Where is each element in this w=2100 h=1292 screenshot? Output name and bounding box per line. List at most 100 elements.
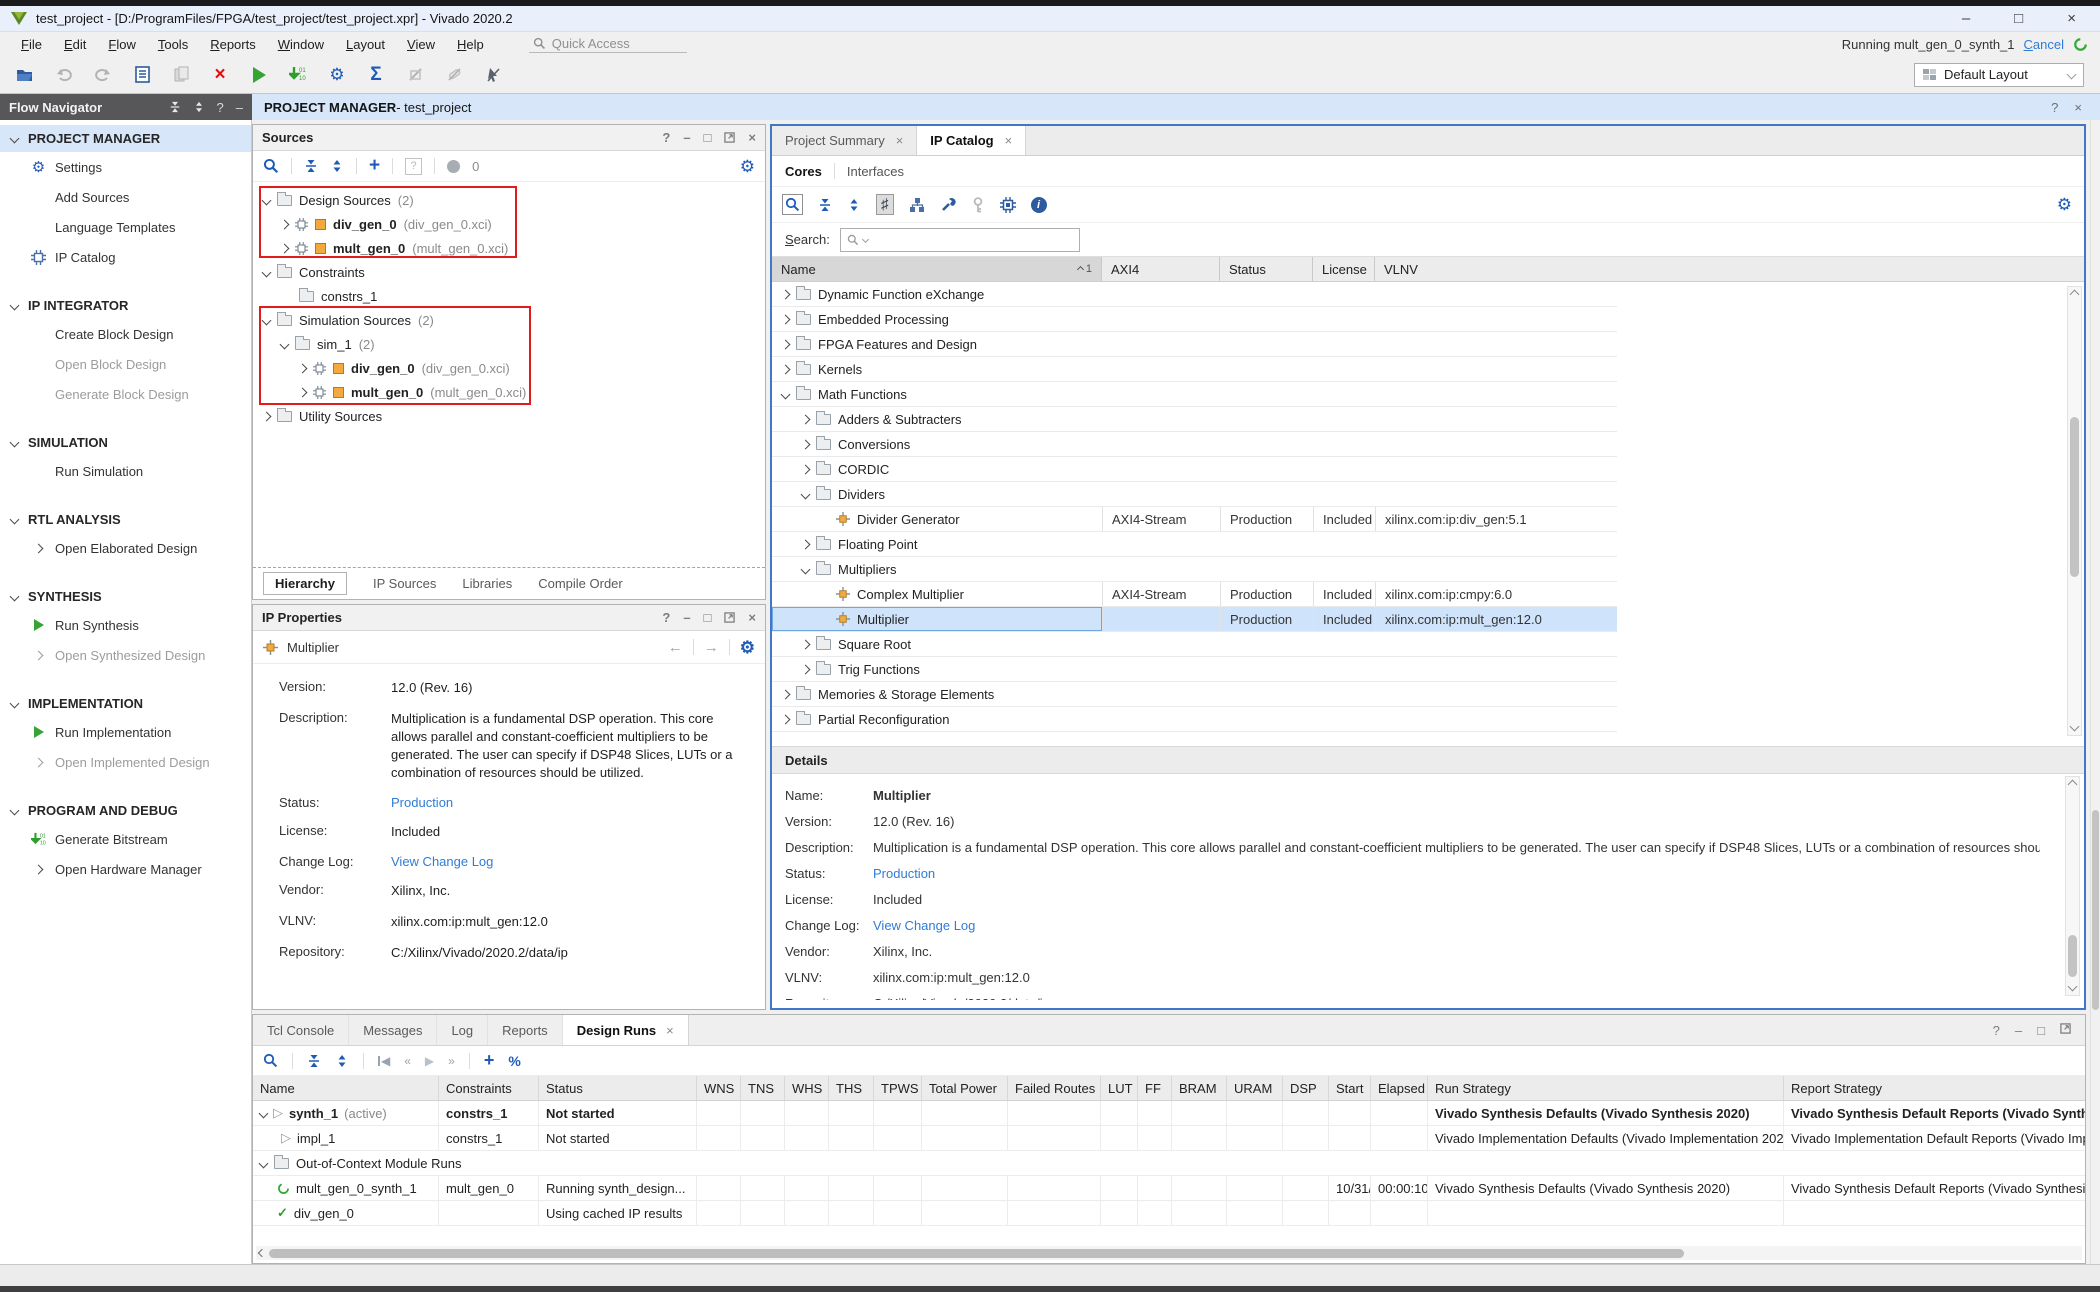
chevron-right-icon[interactable] [34,864,44,874]
chevron-down-icon[interactable] [781,389,791,399]
tab-hierarchy[interactable]: Hierarchy [263,572,347,595]
chevron-right-icon[interactable] [298,363,308,373]
chevron-down-icon[interactable] [262,315,272,325]
column-run-strategy[interactable]: Run Strategy [1428,1076,1784,1100]
layout-selector[interactable]: Default Layout [1914,63,2084,87]
chevron-right-icon[interactable] [34,543,44,553]
fn-item-ip-catalog[interactable]: IP Catalog [0,242,251,272]
fn-item-add-sources[interactable]: Add Sources [0,182,251,212]
fn-item-run-simulation[interactable]: Run Simulation [0,456,251,486]
tab-compile-order[interactable]: Compile Order [538,576,623,591]
float-icon[interactable] [2060,1023,2071,1034]
maximize-icon[interactable]: □ [704,130,712,145]
run-group-out-of-context[interactable]: Out-of-Context Module Runs [253,1151,2085,1176]
fn-item-generate-bitstream[interactable]: 0110Generate Bitstream [0,824,251,854]
search-icon[interactable] [263,158,279,174]
column-constraints[interactable]: Constraints [439,1076,539,1100]
tree-item-constrs-1[interactable]: constrs_1 [253,284,765,308]
report-icon[interactable] [131,64,153,86]
close-icon[interactable]: × [2074,100,2082,115]
column-lut[interactable]: LUT [1101,1076,1138,1100]
group-by-category-icon[interactable]: ♯ [876,194,894,215]
collapse-all-icon[interactable] [818,198,832,212]
chevron-down-icon[interactable] [10,699,20,709]
previous-run-icon[interactable]: « [404,1054,411,1068]
quick-access-input[interactable]: Quick Access [529,35,687,53]
scroll-down-icon[interactable] [2070,722,2080,732]
column-tpws[interactable]: TPWS [874,1076,922,1100]
column-axi4[interactable]: AXI4 [1102,257,1220,281]
run-row-synth-1[interactable]: ▷synth_1(active) constrs_1 Not started V… [253,1101,2085,1126]
scrollbar-thumb[interactable] [2092,810,2099,1010]
menu-reports[interactable]: Reports [199,35,267,54]
chevron-down-icon[interactable] [10,134,20,144]
sum-report-icon[interactable]: Σ [365,64,387,86]
catalog-row[interactable]: FPGA Features and Design [772,332,1617,357]
delete-icon[interactable]: × [209,64,231,86]
float-icon[interactable] [724,132,735,143]
sources-panel-header[interactable]: Sources ?–□ × [253,125,765,151]
chevron-down-icon[interactable] [801,489,811,499]
menu-edit[interactable]: Edit [53,35,97,54]
chevron-down-icon[interactable] [262,267,272,277]
menu-layout[interactable]: Layout [335,35,396,54]
fn-item-run-implementation[interactable]: Run Implementation [0,717,251,747]
tab-log[interactable]: Log [437,1015,488,1045]
run-icon[interactable] [248,64,270,86]
ip-properties-header[interactable]: IP Properties ?–□ × [253,605,765,631]
create-run-icon[interactable]: + [484,1050,495,1071]
chevron-down-icon[interactable] [259,1108,269,1118]
column-elapsed[interactable]: Elapsed [1371,1076,1428,1100]
minimize-panel-icon[interactable]: – [236,100,243,115]
catalog-row[interactable]: Math Functions [772,382,1617,407]
column-name[interactable]: Name [253,1076,439,1100]
close-icon[interactable]: × [666,1023,674,1038]
customize-wrench-icon[interactable] [940,197,956,213]
search-input[interactable] [840,228,1080,252]
expand-all-icon[interactable] [193,101,205,113]
chevron-down-icon[interactable] [10,438,20,448]
changelog-link[interactable]: View Change Log [873,918,975,933]
chevron-down-icon[interactable] [10,301,20,311]
gear-icon[interactable]: ⚙ [740,158,755,175]
tree-item-sim-1[interactable]: sim_1(2) [253,332,765,356]
tree-item-mult-gen-0[interactable]: mult_gen_0(mult_gen_0.xci) [253,236,765,260]
tab-ip-catalog[interactable]: IP Catalog× [917,126,1026,155]
chevron-down-icon[interactable] [10,515,20,525]
chevron-right-icon[interactable] [781,714,791,724]
catalog-row[interactable]: Multipliers [772,557,1617,582]
generate-bitstream-icon[interactable]: 0110 [287,64,309,86]
tree-item-sim-div-gen-0[interactable]: div_gen_0(div_gen_0.xci) [253,356,765,380]
chevron-down-icon[interactable] [801,564,811,574]
scroll-up-icon[interactable] [2068,780,2078,790]
details-scrollbar[interactable] [2065,776,2080,996]
run-row-impl-1[interactable]: ▷impl_1 constrs_1 Not started Vivado Imp… [253,1126,2085,1151]
menu-file[interactable]: File [10,35,53,54]
fn-item-open-elaborated-design[interactable]: Open Elaborated Design [0,533,251,563]
run-row-mult-gen-0-synth-1[interactable]: mult_gen_0_synth_1 mult_gen_0 Running sy… [253,1176,2085,1201]
minimize-icon[interactable]: – [683,130,690,145]
settings-gear-icon[interactable]: ⚙ [326,64,348,86]
minimize-icon[interactable]: – [2015,1023,2022,1038]
first-run-icon[interactable]: ◀ [378,1054,390,1068]
collapse-all-icon[interactable] [304,159,318,173]
menu-help[interactable]: Help [446,35,495,54]
catalog-row[interactable]: Embedded Processing [772,307,1617,332]
scroll-left-icon[interactable] [258,1249,266,1257]
catalog-row[interactable]: Dynamic Function eXchange [772,282,1617,307]
chevron-right-icon[interactable] [298,387,308,397]
expand-all-icon[interactable] [335,1054,349,1068]
tab-project-summary[interactable]: Project Summary× [772,126,917,155]
chevron-down-icon[interactable] [10,806,20,816]
expand-all-icon[interactable] [330,159,344,173]
help-icon[interactable]: ? [662,130,670,145]
minimize-icon[interactable]: – [683,610,690,625]
chevron-right-icon[interactable] [781,289,791,299]
catalog-row[interactable]: Memories & Storage Elements [772,682,1617,707]
tree-item-constraints[interactable]: Constraints [253,260,765,284]
chevron-right-icon[interactable] [781,339,791,349]
fn-section-ip-integrator[interactable]: IP INTEGRATOR [0,292,251,319]
minimize-icon[interactable]: – [1962,10,1970,27]
menu-view[interactable]: View [396,35,446,54]
chevron-right-icon[interactable] [262,411,272,421]
